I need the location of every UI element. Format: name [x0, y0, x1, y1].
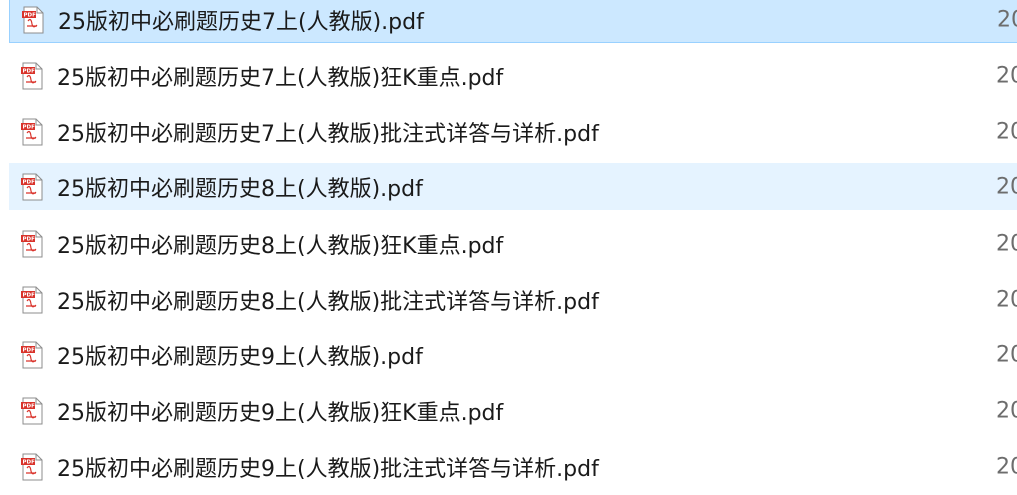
svg-text:PDF: PDF: [23, 347, 36, 353]
svg-text:PDF: PDF: [23, 292, 36, 298]
pdf-file-icon: PDF: [20, 453, 44, 481]
svg-text:PDF: PDF: [23, 236, 36, 242]
file-row[interactable]: PDF 25版初中必刷题历史8上(人教版)狂K重点.pdf 20: [9, 220, 1017, 267]
file-row[interactable]: PDF 25版初中必刷题历史9上(人教版)狂K重点.pdf 20: [9, 387, 1017, 434]
pdf-file-icon: PDF: [20, 173, 44, 201]
file-row[interactable]: PDF 25版初中必刷题历史9上(人教版)批注式详答与详析.pdf 20: [9, 443, 1017, 490]
file-date: 20: [996, 174, 1017, 199]
pdf-file-icon: PDF: [21, 6, 45, 34]
file-name: 25版初中必刷题历史9上(人教版).pdf: [57, 344, 423, 370]
file-row[interactable]: PDF 25版初中必刷题历史8上(人教版)批注式详答与详析.pdf 20: [9, 276, 1017, 323]
pdf-file-icon: PDF: [20, 118, 44, 146]
file-date: 20: [996, 231, 1017, 256]
file-date: 20: [996, 342, 1017, 367]
file-name: 25版初中必刷题历史9上(人教版)批注式详答与详析.pdf: [57, 456, 599, 482]
svg-text:PDF: PDF: [23, 124, 36, 130]
file-row[interactable]: PDF 25版初中必刷题历史9上(人教版).pdf 20: [9, 331, 1017, 378]
pdf-file-icon: PDF: [20, 397, 44, 425]
file-date: 20: [996, 63, 1017, 88]
pdf-file-icon: PDF: [20, 286, 44, 314]
svg-text:PDF: PDF: [23, 403, 36, 409]
file-date: 20: [996, 119, 1017, 144]
svg-text:PDF: PDF: [23, 179, 36, 185]
file-list: PDF 25版初中必刷题历史7上(人教版).pdf 20 PDF 25版初中必刷…: [0, 0, 1017, 495]
svg-text:PDF: PDF: [23, 459, 36, 465]
file-name: 25版初中必刷题历史7上(人教版)狂K重点.pdf: [57, 65, 504, 91]
file-row[interactable]: PDF 25版初中必刷题历史8上(人教版).pdf 20: [9, 163, 1017, 210]
svg-text:PDF: PDF: [23, 68, 36, 74]
file-name: 25版初中必刷题历史7上(人教版)批注式详答与详析.pdf: [57, 121, 599, 147]
svg-text:PDF: PDF: [24, 12, 37, 18]
file-row[interactable]: PDF 25版初中必刷题历史7上(人教版)批注式详答与详析.pdf 20: [9, 108, 1017, 155]
file-row[interactable]: PDF 25版初中必刷题历史7上(人教版).pdf 20: [9, 0, 1017, 43]
file-name: 25版初中必刷题历史8上(人教版)狂K重点.pdf: [57, 233, 504, 259]
pdf-file-icon: PDF: [20, 62, 44, 90]
file-date: 20: [997, 7, 1017, 32]
file-date: 20: [996, 287, 1017, 312]
pdf-file-icon: PDF: [20, 230, 44, 258]
file-name: 25版初中必刷题历史8上(人教版).pdf: [57, 176, 423, 202]
file-row[interactable]: PDF 25版初中必刷题历史7上(人教版)狂K重点.pdf 20: [9, 52, 1017, 99]
file-name: 25版初中必刷题历史9上(人教版)狂K重点.pdf: [57, 400, 504, 426]
file-date: 20: [996, 454, 1017, 479]
file-name: 25版初中必刷题历史7上(人教版).pdf: [58, 9, 424, 35]
file-name: 25版初中必刷题历史8上(人教版)批注式详答与详析.pdf: [57, 289, 599, 315]
pdf-file-icon: PDF: [20, 341, 44, 369]
file-date: 20: [996, 398, 1017, 423]
